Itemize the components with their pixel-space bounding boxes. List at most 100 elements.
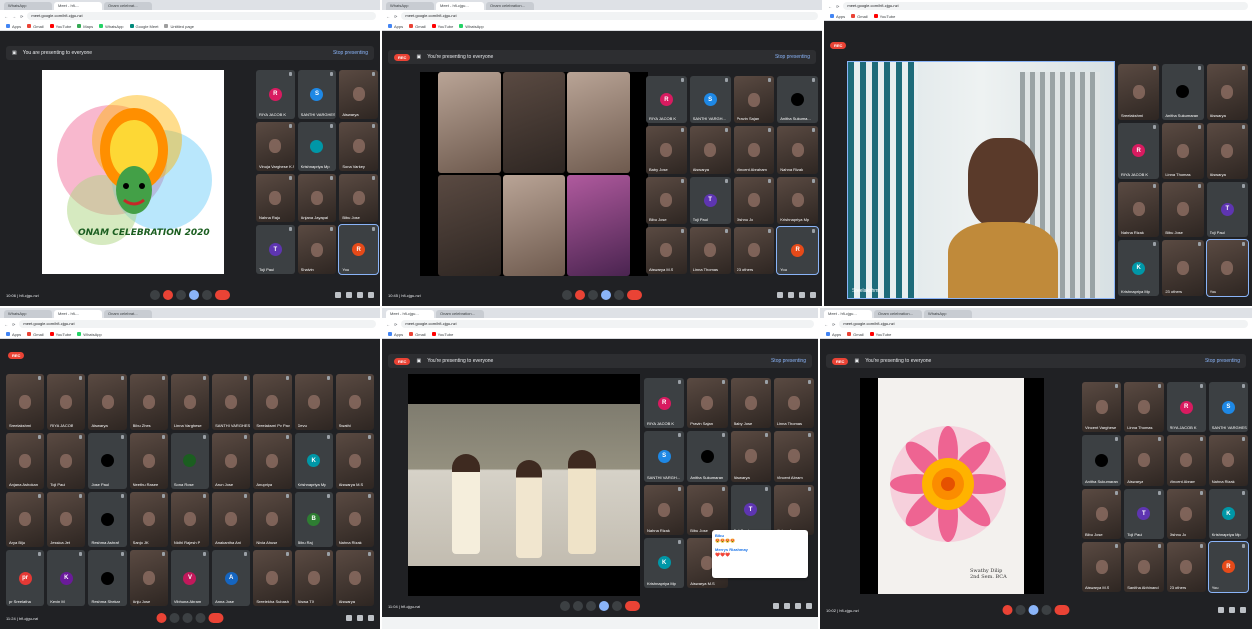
participant-tile[interactable]: You xyxy=(1205,239,1249,297)
bookmark-item[interactable]: WhatsApp xyxy=(459,24,484,29)
participant-tile[interactable]: Nahna Rizak xyxy=(1118,181,1160,238)
bookmark-item[interactable]: YouTube xyxy=(431,332,453,337)
camera-icon[interactable] xyxy=(169,613,180,623)
participant-tile[interactable]: Nahna Rizak xyxy=(335,491,374,548)
participant-tile[interactable]: Pravin Sajan xyxy=(687,378,728,429)
participant-tile[interactable]: R RIYA JACOB K xyxy=(1166,382,1206,433)
url-input[interactable]: meet.google.com/hfi-cjgu-nzi xyxy=(19,320,376,328)
stop-presenting-button[interactable]: Stop presenting xyxy=(1205,358,1240,364)
participant-tile[interactable]: R RIYA JACOB K xyxy=(644,378,685,429)
browser-tab[interactable]: Onam celebrat... xyxy=(104,310,152,318)
participant-tile[interactable]: Baby Jose xyxy=(646,126,687,174)
bookmark-item[interactable]: YouTube xyxy=(49,24,71,29)
end-call-button[interactable] xyxy=(208,613,224,623)
participant-tile[interactable]: S SANTHI VARGH... xyxy=(644,431,685,482)
participant-tile[interactable]: Anitha Sukumaran xyxy=(687,431,728,482)
participant-tile[interactable]: Jishnu Jo xyxy=(773,484,814,535)
stop-presenting-button[interactable]: Stop presenting xyxy=(775,54,810,60)
participant-tile[interactable]: K Krishnapriya Mp xyxy=(644,537,685,588)
bookmark-item[interactable]: Apps xyxy=(830,14,845,19)
more-icon[interactable] xyxy=(560,601,570,611)
people-icon[interactable] xyxy=(784,603,790,609)
participant-tile[interactable]: Nahna Raju xyxy=(256,173,295,223)
participant-tile[interactable]: Linna Thomas xyxy=(1124,382,1164,433)
bookmark-item[interactable]: Gmail xyxy=(409,24,426,29)
participant-tile[interactable]: Aiswarya xyxy=(689,126,731,174)
participant-tile[interactable]: T Toji Paul xyxy=(1206,181,1248,238)
reload-icon[interactable]: ⟳ xyxy=(20,14,23,19)
browser-tab[interactable]: WhatsApp xyxy=(386,2,434,10)
participant-tile[interactable]: A Anna Jose xyxy=(212,550,251,606)
bookmark-item[interactable]: WhatsApp xyxy=(77,332,102,337)
participant-tile[interactable]: Sreelaksmi Pv Pav xyxy=(253,374,292,430)
participant-tile[interactable]: Sona Rose xyxy=(170,432,210,489)
back-icon[interactable]: ← xyxy=(4,322,8,327)
participant-tile[interactable]: Anjana Ashokan xyxy=(6,432,45,489)
participant-tile[interactable]: Anakantha Ani xyxy=(212,491,251,548)
people-icon[interactable] xyxy=(357,615,363,621)
participant-tile[interactable]: Vincent Abraham xyxy=(733,126,775,174)
back-icon[interactable]: ← xyxy=(828,4,832,9)
participant-tile[interactable]: Sanitha Abhinand xyxy=(1124,541,1164,592)
chat-icon[interactable] xyxy=(368,615,374,621)
browser-tab[interactable]: Meet - hfi-... xyxy=(54,2,102,10)
camera-icon[interactable] xyxy=(588,290,598,300)
present-icon[interactable] xyxy=(601,290,611,300)
bookmark-item[interactable]: Gmail xyxy=(409,332,426,337)
participant-tile[interactable]: Pravin Sajan xyxy=(733,76,775,124)
more-options-icon[interactable] xyxy=(1041,605,1052,615)
browser-tab[interactable]: Onam celebrat... xyxy=(104,2,152,10)
people-icon[interactable] xyxy=(346,292,352,298)
end-call-button[interactable] xyxy=(625,601,640,611)
more-options-icon[interactable] xyxy=(612,601,622,611)
camera-icon[interactable] xyxy=(176,290,186,300)
participant-tile[interactable]: B Bibu Raj xyxy=(294,491,333,548)
bookmark-item[interactable]: Apps xyxy=(6,332,21,337)
participant-tile[interactable]: Jishnu Jo xyxy=(1166,488,1206,539)
participant-tile[interactable]: Aiswarya M.S xyxy=(646,226,687,274)
participant-tile[interactable]: Sanjo JK xyxy=(129,491,168,548)
participant-tile[interactable]: Anupriya xyxy=(253,432,292,489)
url-input[interactable]: meet.google.com/hfi-cjgu-nzi xyxy=(843,2,1248,10)
participant-tile[interactable]: Vincent Abram xyxy=(1166,435,1206,486)
info-icon[interactable] xyxy=(346,615,352,621)
participant-tile[interactable]: R You xyxy=(776,225,819,276)
participant-tile[interactable]: K Krishnapriya Mp xyxy=(1118,240,1160,296)
reload-icon[interactable]: ⟳ xyxy=(394,14,397,19)
reload-icon[interactable]: ⟳ xyxy=(836,4,839,9)
participant-tile[interactable]: Krishnapriya Mp xyxy=(297,121,337,171)
bookmark-item[interactable]: Apps xyxy=(388,332,403,337)
participant-tile[interactable]: 23 others xyxy=(733,226,775,274)
present-icon[interactable] xyxy=(599,601,609,611)
camera-icon[interactable] xyxy=(1015,605,1026,615)
participant-tile[interactable]: Nahna Rizak xyxy=(1208,435,1248,486)
bookmark-item[interactable]: YouTube xyxy=(869,332,891,337)
participant-tile[interactable]: Neethu Rasee xyxy=(129,432,168,489)
participant-tile[interactable]: Nivia Ahuse xyxy=(253,491,292,548)
participant-tile[interactable]: V Vibhuna Abram xyxy=(170,550,210,606)
participant-tile[interactable]: 23 others xyxy=(1166,541,1206,592)
participant-tile[interactable]: Vincent Varghese xyxy=(1082,382,1122,433)
browser-tab[interactable]: Onam celebration... xyxy=(874,310,922,318)
participant-tile[interactable]: Anitha Sukumaran xyxy=(1162,64,1204,120)
participant-tile[interactable]: Arun Jose xyxy=(212,432,251,489)
participant-tile[interactable]: Aiswarya xyxy=(1206,64,1248,120)
info-icon[interactable] xyxy=(773,603,779,609)
people-icon[interactable] xyxy=(1229,607,1235,613)
bookmark-item[interactable]: Untitled page xyxy=(164,24,194,29)
participant-tile[interactable]: pr pr Sreelatha xyxy=(6,550,45,606)
participant-tile[interactable]: Anitha Sukuma... xyxy=(777,76,818,124)
forward-icon[interactable]: → xyxy=(12,14,16,19)
participant-tile[interactable]: Reshma Ashraf xyxy=(88,491,127,548)
info-icon[interactable] xyxy=(1218,607,1224,613)
participant-tile[interactable]: Linna Thomas xyxy=(689,226,731,274)
browser-tab[interactable]: Meet - hfi-cjgu... xyxy=(386,310,434,318)
participant-tile[interactable]: Bibu Zhes xyxy=(129,374,168,430)
participant-tile[interactable]: K Krishnapriya Mp xyxy=(1208,488,1248,539)
participant-tile[interactable]: Anjana Jayapal xyxy=(297,173,337,223)
present-icon[interactable] xyxy=(195,613,206,623)
mic-off-icon[interactable] xyxy=(575,290,585,300)
participant-tile[interactable]: Linna Varghese xyxy=(170,374,210,430)
mic-off-icon[interactable] xyxy=(163,290,173,300)
reload-icon[interactable]: ⟳ xyxy=(832,322,835,327)
